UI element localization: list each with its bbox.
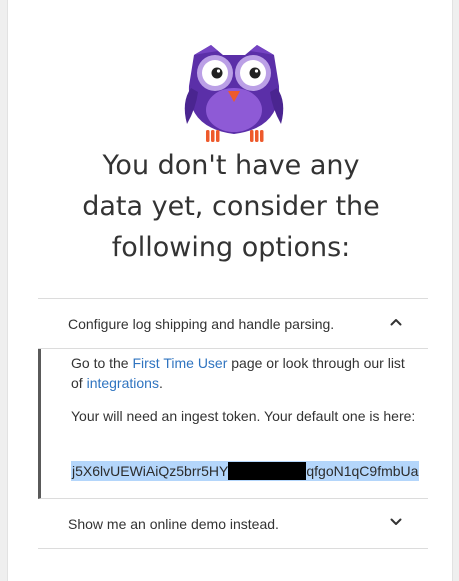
heading-line: You don't have any [102,150,360,181]
intro-text: . [158,375,163,391]
empty-state-panel: You don't have any data yet, consider th… [7,0,453,581]
log-shipping-toggle[interactable]: Configure log shipping and handle parsin… [38,299,428,349]
getting-started-text: Go to the First Time User page or look t… [71,353,416,393]
intro-text: Go to the [71,355,133,371]
token-end: qfgoN1qC9fmbUa [306,463,419,479]
owl-mascot-icon [184,45,284,142]
log-shipping-title: Configure log shipping and handle parsin… [68,316,335,332]
ingest-token-value[interactable]: j5X6lvUEWiAiQz5brr5HY qfgoN1qC9fmbUa [71,461,420,481]
redacted-block [228,462,307,480]
first-time-user-link[interactable]: First Time User [132,355,227,371]
heading-line: following options: [111,232,351,263]
empty-state-heading: You don't have any data yet, consider th… [8,145,454,268]
token-start: j5X6lvUEWiAiQz5brr5HY [72,463,229,479]
options-accordion: Configure log shipping and handle parsin… [38,298,428,549]
chevron-down-icon[interactable] [390,518,402,526]
demo-title: Show me an online demo instead. [68,516,279,532]
integrations-link[interactable]: integrations [87,375,159,391]
heading-line: data yet, consider the [82,191,380,222]
log-shipping-panel: Go to the First Time User page or look t… [38,349,428,499]
chevron-up-icon[interactable] [390,318,402,326]
ingest-token-text: Your will need an ingest token. Your def… [71,408,416,424]
demo-toggle[interactable]: Show me an online demo instead. [38,499,428,549]
